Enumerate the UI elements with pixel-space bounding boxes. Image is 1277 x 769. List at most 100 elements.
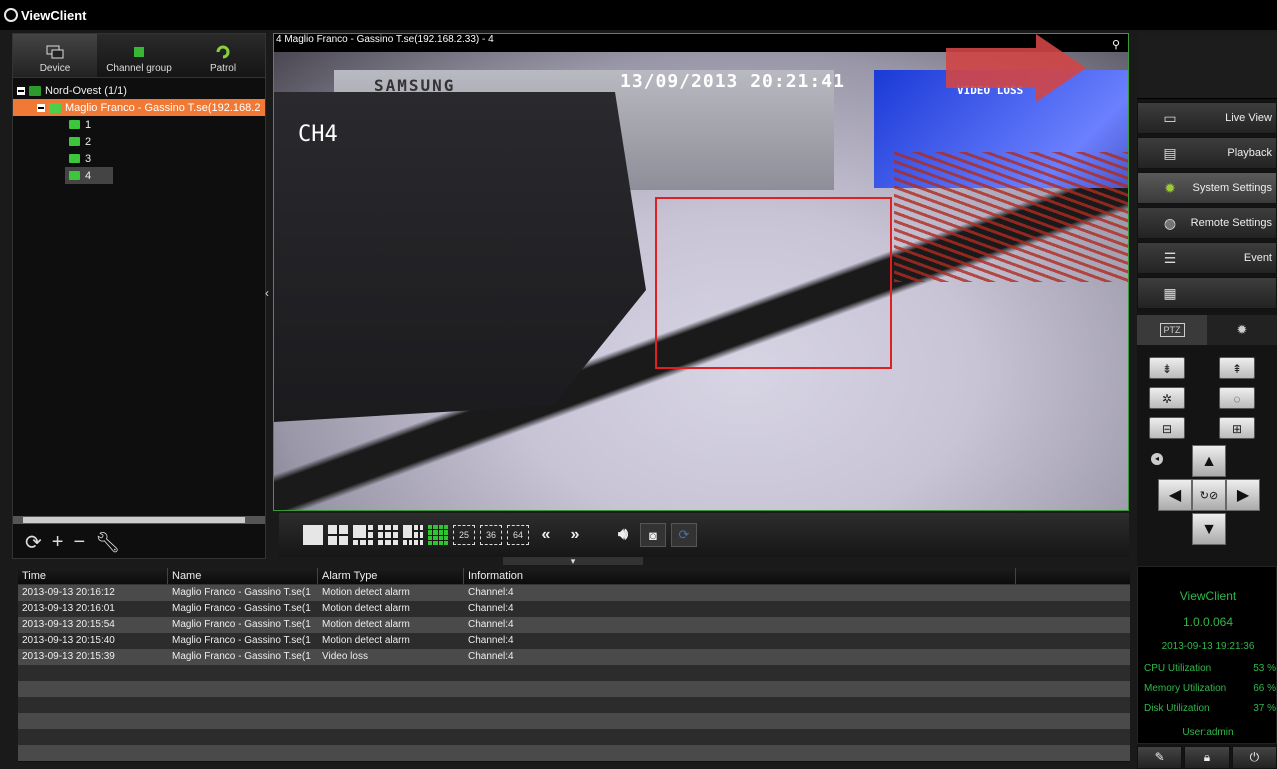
device-tools: ⟳ + − 🔧︎ [13, 526, 265, 558]
tab-image-settings[interactable]: ✹ [1207, 315, 1277, 345]
refresh-icon[interactable]: ⟳ [25, 530, 42, 555]
patrol-icon [216, 45, 230, 59]
table-row[interactable] [18, 697, 1130, 713]
scrollbar-thumb[interactable] [23, 517, 245, 523]
status-info: ViewClient 1.0.0.064 2013-09-13 19:21:36… [1137, 566, 1277, 744]
horizontal-scrollbar[interactable] [13, 516, 265, 524]
cpu-utilization: CPU Utilization 53 % [1144, 663, 1277, 674]
table-row[interactable]: 2013-09-13 20:15:39 Maglio Franco - Gassi… [18, 649, 1130, 665]
tab-ptz[interactable]: PTZ [1137, 315, 1207, 345]
right-panel-header [1137, 33, 1277, 99]
zoom-out-button[interactable]: ⇟ [1149, 357, 1185, 379]
lock-icon[interactable]: 🔒︎ [1184, 746, 1230, 769]
focus-near-button[interactable]: ✲ [1149, 387, 1185, 409]
menu-system-settings[interactable]: ✹ System Settings [1137, 172, 1277, 204]
menu-grid[interactable]: ▦ [1137, 277, 1277, 309]
table-row[interactable] [18, 745, 1130, 761]
power-icon[interactable]: ⏻ [1231, 746, 1277, 769]
tab-device[interactable]: Device [13, 34, 97, 77]
device-panel: Device Channel group Patrol Nord-Ovest (… [12, 33, 266, 559]
cpu-label: CPU Utilization [1144, 663, 1212, 674]
collapse-icon[interactable] [17, 86, 25, 95]
tree-channel[interactable]: 3 [13, 150, 265, 167]
menu-playback[interactable]: ▤ Playback [1137, 137, 1277, 169]
remove-icon[interactable]: − [73, 531, 85, 554]
zoom-in-button[interactable]: ⇞ [1219, 357, 1255, 379]
device-icon [46, 45, 64, 59]
channel-label: 4 [85, 169, 92, 182]
table-cell [318, 665, 464, 681]
table-row[interactable] [18, 665, 1130, 681]
collapse-bottom-icon[interactable]: ▾ [503, 557, 643, 566]
next-page-button[interactable]: » [563, 526, 587, 544]
column-header[interactable]: Time [18, 568, 168, 584]
pan-right-button[interactable]: ▶ [1226, 479, 1260, 511]
column-header[interactable]: Information [464, 568, 1016, 584]
layout-4-button[interactable] [328, 525, 348, 545]
table-cell: Maglio Franco - Gassino T.se(1 [172, 619, 311, 630]
edit-icon[interactable]: ✎ [1137, 746, 1183, 769]
tab-channel-group[interactable]: Channel group [97, 34, 181, 77]
layout-36-button[interactable]: 36 [480, 525, 502, 545]
device-panel-tabs: Device Channel group Patrol [13, 34, 265, 78]
table-row[interactable] [18, 681, 1130, 697]
table-cell: Maglio Franco - Gassino T.se(1 [172, 651, 311, 662]
table-row[interactable] [18, 729, 1130, 745]
layout-10-button[interactable] [403, 525, 423, 545]
pan-up-button[interactable]: ▲ [1192, 445, 1226, 477]
collapse-left-icon[interactable]: ‹ [265, 286, 269, 300]
speed-icon[interactable]: ◂ [1151, 453, 1163, 465]
wrench-icon[interactable]: 🔧︎ [95, 530, 120, 555]
table-cell: Motion detect alarm [322, 587, 410, 598]
add-icon[interactable]: + [52, 531, 64, 554]
cycle-button[interactable]: ⟳ [671, 523, 697, 547]
table-row[interactable]: 2013-09-13 20:15:54 Maglio Franco - Gassi… [18, 617, 1130, 633]
ptz-icon: PTZ [1159, 323, 1185, 337]
column-header[interactable] [1016, 568, 1130, 584]
tree-group[interactable]: Nord-Ovest (1/1) [13, 82, 265, 99]
tree-device[interactable]: Maglio Franco - Gassino T.se(192.168.2 [13, 99, 265, 116]
table-row[interactable]: 2013-09-13 20:15:40 Maglio Franco - Gassi… [18, 633, 1130, 649]
column-header[interactable]: Alarm Type [318, 568, 464, 584]
column-header[interactable]: Name [168, 568, 318, 584]
table-row[interactable] [18, 713, 1130, 729]
table-cell: Channel:4 [468, 651, 514, 662]
iris-open-button[interactable]: ⊞ [1219, 417, 1255, 439]
layout-64-button[interactable]: 64 [507, 525, 529, 545]
channel-label: 1 [85, 118, 92, 131]
table-cell [18, 665, 168, 681]
table-row[interactable]: 2013-09-13 20:16:01 Maglio Franco - Gassi… [18, 601, 1130, 617]
auto-pan-button[interactable]: ↻⊘ [1192, 479, 1226, 511]
info-app-name: ViewClient [1179, 589, 1237, 603]
table-cell [318, 681, 464, 697]
table-cell [168, 745, 318, 761]
video-view[interactable]: 4 Maglio Franco - Gassino T.se(192.168.2… [273, 33, 1129, 511]
menu-live-view[interactable]: ▭ Live View [1137, 102, 1277, 134]
tree-channel-selected[interactable]: 4 [65, 167, 113, 184]
focus-far-button[interactable]: ◌ [1219, 387, 1255, 409]
collapse-icon[interactable] [37, 103, 45, 112]
tree-channel[interactable]: 1 [13, 116, 265, 133]
cycle-icon: ⟳ [678, 527, 690, 542]
zoom-icon[interactable]: ⚲ [1112, 38, 1120, 51]
pan-down-button[interactable]: ▼ [1192, 513, 1226, 545]
table-row[interactable]: 2013-09-13 20:16:12 Maglio Franco - Gassi… [18, 585, 1130, 601]
pan-left-button[interactable]: ◀ [1158, 479, 1192, 511]
layout-1-button[interactable] [303, 525, 323, 545]
menu-label: Playback [1227, 147, 1272, 159]
app-title: ViewClient [21, 7, 87, 23]
layout-25-button[interactable]: 25 [453, 525, 475, 545]
iris-close-button[interactable]: ⊟ [1149, 417, 1185, 439]
menu-event[interactable]: ☰ Event [1137, 242, 1277, 274]
layout-16-button[interactable] [428, 525, 448, 545]
volume-icon[interactable]: 🔊︎ [611, 526, 635, 544]
layout-6-button[interactable] [353, 525, 373, 545]
snapshot-button[interactable]: ◙ [640, 523, 666, 547]
table-cell [18, 713, 168, 729]
monitor-brand-text: SAMSUNG [374, 76, 456, 95]
layout-9-button[interactable] [378, 525, 398, 545]
tree-channel[interactable]: 2 [13, 133, 265, 150]
menu-remote-settings[interactable]: ◍ Remote Settings [1137, 207, 1277, 239]
previous-page-button[interactable]: « [534, 526, 558, 544]
tab-patrol[interactable]: Patrol [181, 34, 265, 77]
